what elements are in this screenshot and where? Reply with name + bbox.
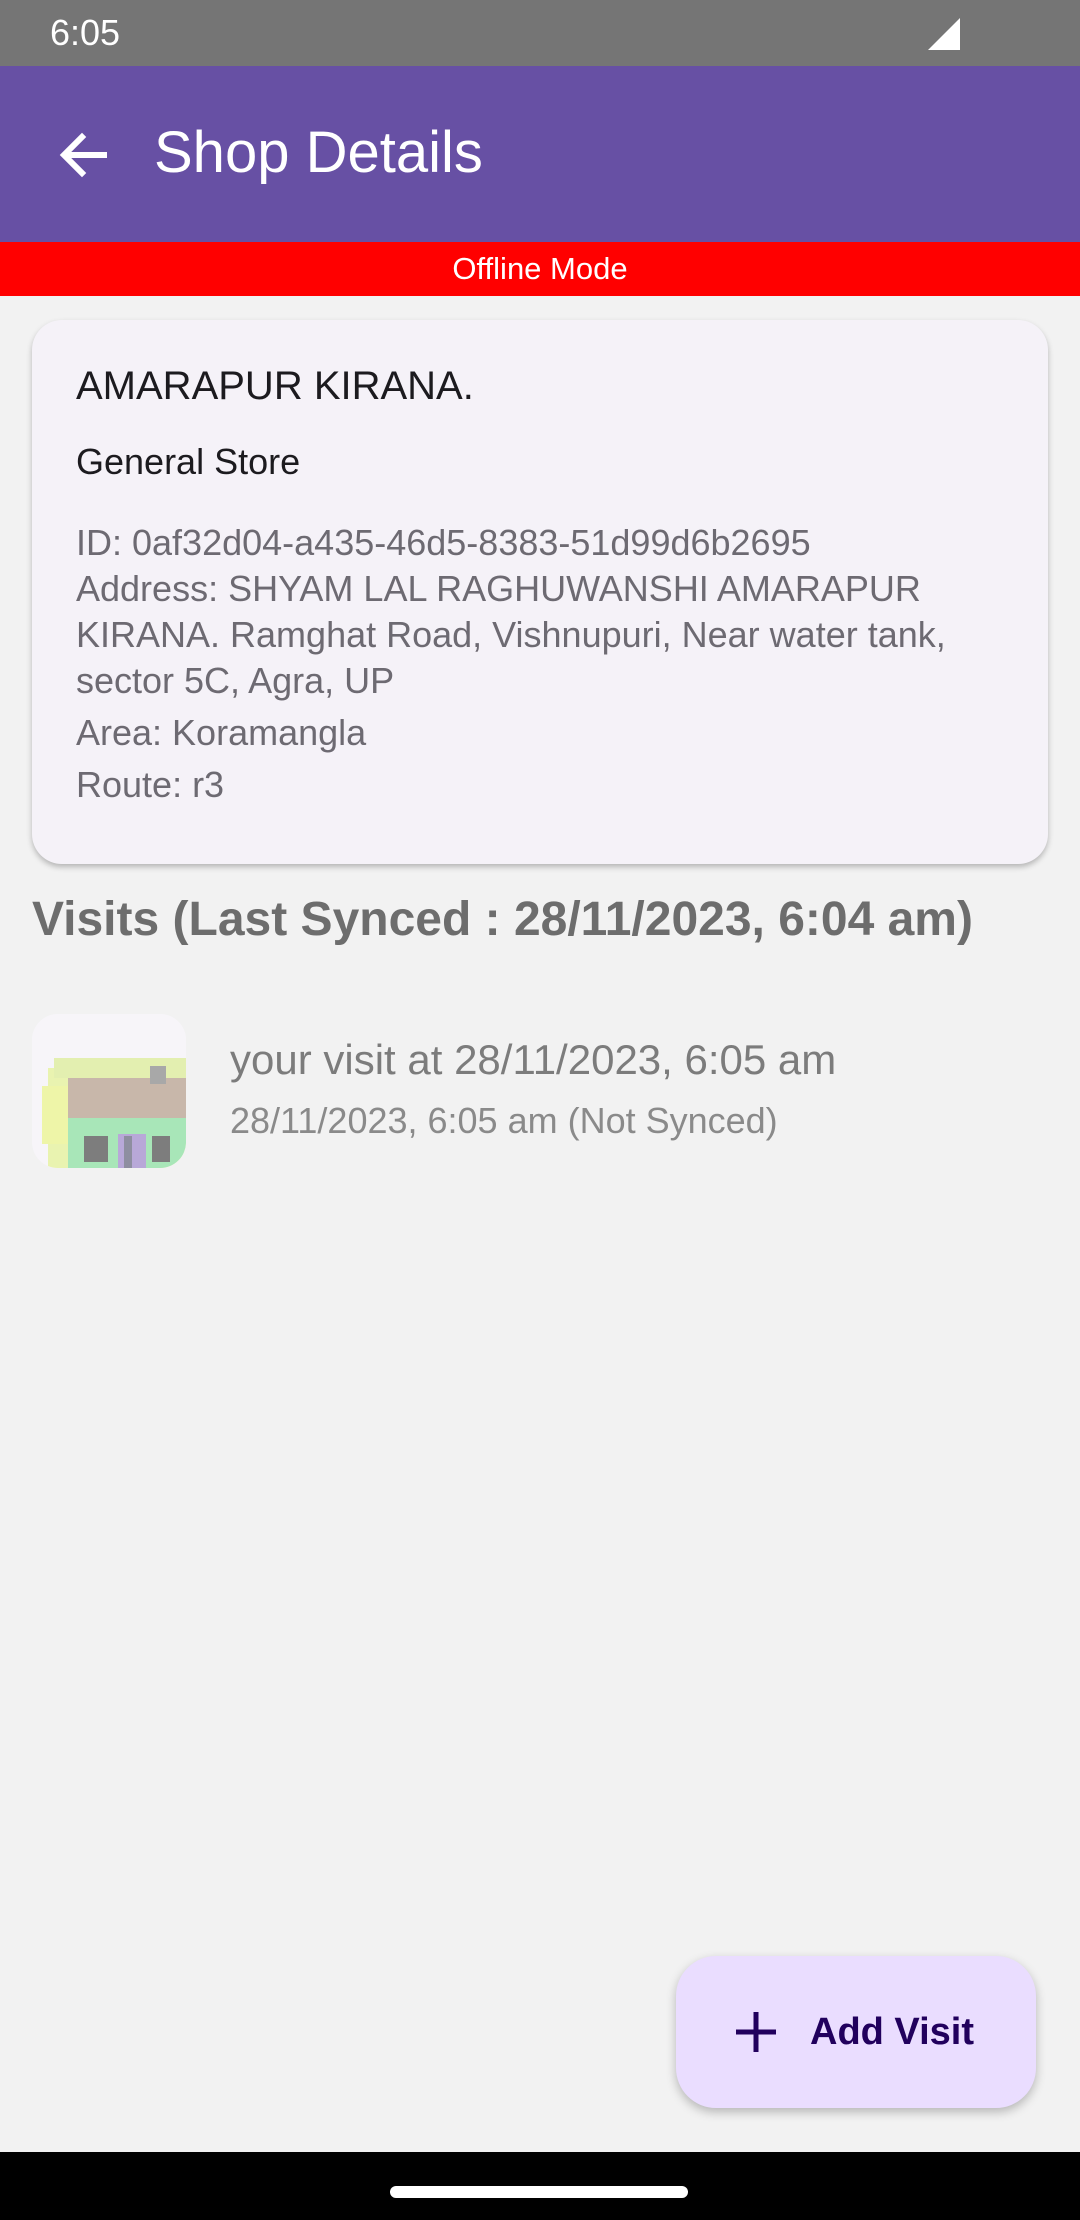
shop-address: Address: SHYAM LAL RAGHUWANSHI AMARAPUR … bbox=[76, 568, 946, 701]
plus-icon bbox=[736, 2012, 776, 2052]
visit-title: your visit at 28/11/2023, 6:05 am bbox=[230, 1036, 837, 1083]
shop-route: Route: r3 bbox=[76, 764, 225, 805]
back-arrow-icon[interactable] bbox=[52, 124, 114, 186]
visit-subtitle: 28/11/2023, 6:05 am (Not Synced) bbox=[230, 1100, 778, 1141]
offline-banner: Offline Mode bbox=[0, 242, 1080, 296]
shop-name: AMARAPUR KIRANA. bbox=[76, 364, 474, 408]
shop-category: General Store bbox=[76, 441, 301, 482]
status-bar: 6:05 bbox=[0, 0, 1080, 66]
add-visit-label: Add Visit bbox=[810, 2011, 974, 2053]
shop-card: AMARAPUR KIRANA. General Store ID: 0af32… bbox=[32, 320, 1048, 864]
list-item[interactable]: your visit at 28/11/2023, 6:05 am 28/11/… bbox=[32, 1014, 1048, 1168]
signal-icon bbox=[928, 18, 960, 50]
visit-thumbnail bbox=[32, 1014, 186, 1168]
add-visit-button[interactable]: Add Visit bbox=[676, 1956, 1036, 2108]
page-title: Shop Details bbox=[154, 120, 483, 185]
status-time: 6:05 bbox=[50, 12, 121, 53]
shop-area: Area: Koramangla bbox=[76, 712, 367, 753]
shop-id: ID: 0af32d04-a435-46d5-8383-51d99d6b2695 bbox=[76, 522, 811, 563]
app-bar: Shop Details bbox=[0, 66, 1080, 242]
home-indicator[interactable] bbox=[390, 2186, 688, 2198]
visits-header: Visits (Last Synced : 28/11/2023, 6:04 a… bbox=[32, 893, 973, 946]
